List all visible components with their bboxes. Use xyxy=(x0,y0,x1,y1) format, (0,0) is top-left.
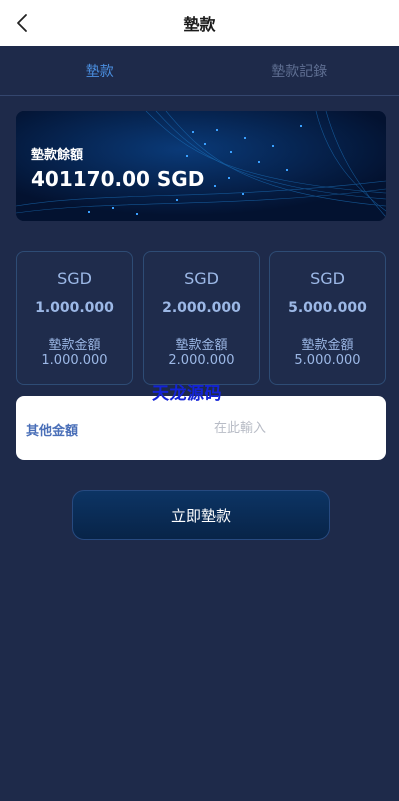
option-currency: SGD xyxy=(310,269,345,288)
submit-advance-button[interactable]: 立即墊款 xyxy=(72,490,330,540)
option-sub-amount: 5.000.000 xyxy=(294,353,361,368)
option-label: 墊款金額 xyxy=(301,338,354,353)
option-sub-amount: 2.000.000 xyxy=(168,353,235,368)
tab-advance-records[interactable]: 墊款記錄 xyxy=(200,46,399,95)
balance-value: 401170.00 SGD xyxy=(31,167,205,191)
option-sub-amount: 1.000.000 xyxy=(41,353,108,368)
other-amount-input[interactable] xyxy=(214,416,374,440)
chevron-left-icon xyxy=(17,14,27,32)
option-label: 墊款金額 xyxy=(48,338,101,353)
top-nav-bar: 墊款 xyxy=(0,0,399,46)
amount-option-1[interactable]: SGD 1.000.000 墊款金額 1.000.000 xyxy=(16,251,133,385)
other-amount-label: 其他金額 xyxy=(26,424,79,439)
back-button[interactable] xyxy=(8,8,36,38)
tab-bar: 墊款 墊款記錄 xyxy=(0,46,399,96)
amount-option-3[interactable]: SGD 5.000.000 墊款金額 5.000.000 xyxy=(269,251,386,385)
option-amount: 5.000.000 xyxy=(288,300,367,316)
balance-card: 墊款餘額 401170.00 SGD xyxy=(16,111,386,221)
balance-label: 墊款餘額 xyxy=(31,148,84,163)
option-currency: SGD xyxy=(184,269,219,288)
amount-option-2[interactable]: SGD 2.000.000 墊款金額 2.000.000 xyxy=(143,251,260,385)
option-amount: 2.000.000 xyxy=(162,300,241,316)
option-label: 墊款金額 xyxy=(175,338,228,353)
other-amount-row: 其他金額 xyxy=(16,396,386,460)
page-title: 墊款 xyxy=(183,15,216,34)
option-currency: SGD xyxy=(57,269,92,288)
tech-background-image xyxy=(16,111,386,221)
option-amount: 1.000.000 xyxy=(35,300,114,316)
watermark-text: 天龙源码 xyxy=(152,384,222,404)
tab-advance[interactable]: 墊款 xyxy=(0,46,200,95)
